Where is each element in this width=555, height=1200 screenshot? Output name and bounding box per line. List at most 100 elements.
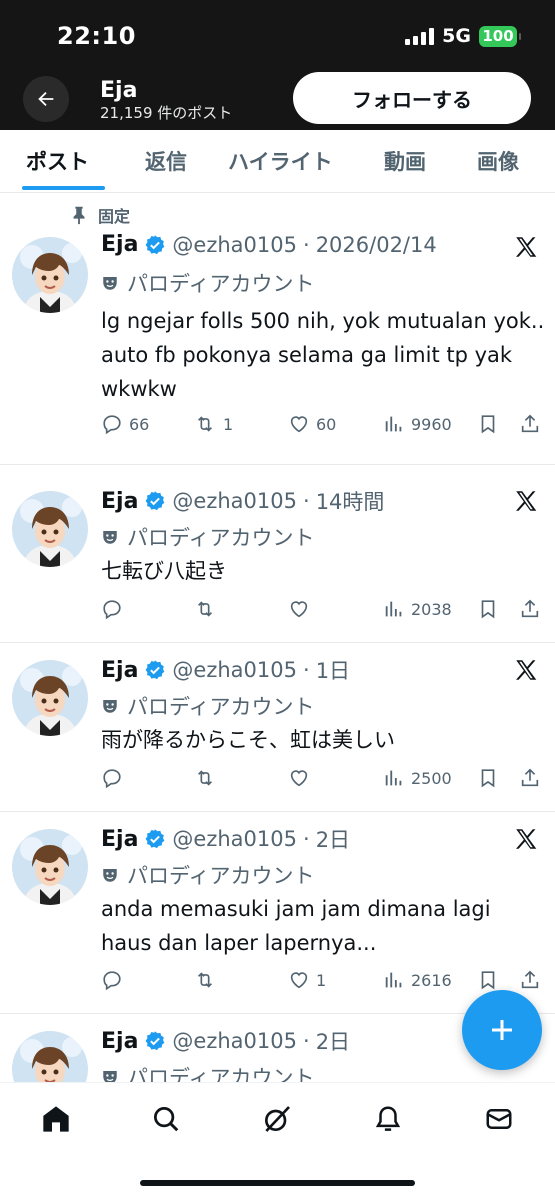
reply-icon	[103, 971, 121, 991]
avatar[interactable]	[12, 1031, 88, 1086]
repost-button[interactable]	[193, 767, 217, 789]
bookmark-button[interactable]	[477, 767, 499, 789]
like-button[interactable]: 1	[288, 969, 326, 991]
tweet[interactable]: Eja @ezha0105 · 2026/02/14 パロディアカウント lg …	[0, 232, 555, 465]
avatar[interactable]	[12, 491, 88, 567]
tweet-header: Eja @ezha0105 · 2026/02/14	[101, 232, 437, 257]
tweet[interactable]: Eja @ezha0105 · 14時間 パロディアカウント 七転び八起き 20…	[0, 486, 555, 643]
post-count: 21,159 件のポスト	[100, 104, 233, 122]
tweet-timestamp[interactable]: 14時間	[316, 486, 385, 516]
author-handle[interactable]: @ezha0105	[172, 489, 297, 513]
reply-button[interactable]	[101, 767, 123, 789]
tweet-text: lg ngejar folls 500 nih, yok mutualan yo…	[101, 309, 545, 401]
like-button[interactable]: 60	[288, 413, 336, 435]
author-name[interactable]: Eja	[101, 489, 138, 514]
parody-label-text: パロディアカウント	[127, 272, 315, 296]
share-button[interactable]	[519, 598, 541, 620]
views-button[interactable]: 2616	[383, 969, 452, 991]
nav-search[interactable]	[148, 1101, 184, 1137]
share-icon	[521, 768, 539, 787]
author-name[interactable]: Eja	[101, 1029, 138, 1054]
bookmark-button[interactable]	[477, 969, 499, 991]
verified-badge-icon	[145, 829, 165, 849]
messages-envelope-icon	[486, 1109, 512, 1129]
like-heart-icon	[290, 416, 308, 433]
tab-highlights[interactable]: ハイライト	[228, 146, 333, 176]
pinned-text: 固定	[98, 207, 131, 226]
share-icon	[521, 599, 539, 618]
author-name[interactable]: Eja	[101, 827, 138, 852]
tweet-text: anda memasuki jam jam dimana lagi haus d…	[101, 897, 491, 955]
avatar[interactable]	[12, 829, 88, 905]
author-handle[interactable]: @ezha0105	[172, 1029, 297, 1053]
share-icon	[521, 414, 539, 433]
active-tab-indicator	[22, 186, 105, 190]
author-name[interactable]: Eja	[101, 658, 138, 683]
repost-button[interactable]	[193, 598, 217, 620]
views-chart-icon	[385, 416, 402, 432]
tweet[interactable]: Eja @ezha0105 · 1日 パロディアカウント 雨が降るからこそ、虹は…	[0, 655, 555, 812]
reply-button[interactable]: 66	[101, 413, 149, 435]
separator-dot: ·	[303, 232, 310, 257]
plus-icon	[492, 1020, 512, 1040]
author-handle[interactable]: @ezha0105	[172, 233, 297, 257]
views-chart-icon	[385, 601, 402, 617]
views-chart-icon	[385, 972, 402, 988]
tweet-timestamp[interactable]: 2日	[316, 824, 350, 854]
back-button[interactable]	[23, 76, 69, 122]
nav-grok[interactable]	[259, 1101, 295, 1137]
tweet-header: Eja @ezha0105 · 14時間	[101, 486, 384, 516]
follow-button[interactable]: フォローする	[293, 72, 531, 124]
compose-post-button[interactable]	[462, 990, 542, 1070]
status-indicators: 5G 100	[405, 25, 521, 47]
tab-images[interactable]: 画像	[477, 146, 519, 176]
author-handle[interactable]: @ezha0105	[172, 658, 297, 682]
repost-button[interactable]: 1	[193, 413, 233, 435]
tweet-actions: 2038	[101, 598, 546, 624]
nav-messages[interactable]	[481, 1101, 517, 1137]
author-name[interactable]: Eja	[101, 232, 138, 257]
tweet-actions: 2500	[101, 767, 546, 793]
share-icon	[521, 970, 539, 989]
repost-button[interactable]	[193, 969, 217, 991]
repost-icon	[197, 972, 213, 988]
x-logo-icon[interactable]	[513, 826, 539, 852]
share-button[interactable]	[519, 767, 541, 789]
tweet-timestamp[interactable]: 2026/02/14	[316, 233, 437, 257]
repost-count: 1	[223, 414, 234, 434]
bookmark-button[interactable]	[477, 413, 499, 435]
like-button[interactable]	[288, 767, 310, 789]
views-button[interactable]: 9960	[383, 413, 452, 435]
bookmark-button[interactable]	[477, 598, 499, 620]
reply-button[interactable]	[101, 598, 123, 620]
avatar[interactable]	[12, 237, 88, 313]
parody-label: パロディアカウント	[101, 860, 315, 890]
x-logo-icon[interactable]	[513, 657, 539, 683]
avatar[interactable]	[12, 660, 88, 736]
separator-dot: ·	[303, 658, 310, 682]
status-time: 22:10	[57, 22, 136, 50]
bookmark-icon	[481, 971, 495, 990]
repost-icon	[197, 601, 213, 617]
verified-badge-icon	[145, 1031, 165, 1051]
parody-mask-icon	[103, 869, 117, 882]
x-logo-icon[interactable]	[513, 488, 539, 514]
tab-replies[interactable]: 返信	[145, 146, 187, 176]
tweet-timestamp[interactable]: 1日	[316, 655, 350, 685]
reply-button[interactable]	[101, 969, 123, 991]
author-handle[interactable]: @ezha0105	[172, 827, 297, 851]
views-button[interactable]: 2500	[383, 767, 452, 789]
share-button[interactable]	[519, 969, 541, 991]
x-logo-icon[interactable]	[513, 234, 539, 260]
home-icon	[43, 1106, 69, 1132]
views-button[interactable]: 2038	[383, 598, 452, 620]
tab-videos[interactable]: 動画	[384, 146, 426, 176]
nav-notifications[interactable]	[370, 1101, 406, 1137]
tab-posts[interactable]: ポスト	[26, 146, 89, 176]
nav-home[interactable]	[38, 1101, 74, 1137]
like-button[interactable]	[288, 598, 310, 620]
tweet[interactable]: Eja @ezha0105 · 2日 パロディアカウント anda memasu…	[0, 824, 555, 1014]
tweet-timestamp[interactable]: 2日	[316, 1026, 350, 1056]
share-button[interactable]	[519, 413, 541, 435]
parody-label: パロディアカウント	[101, 268, 315, 298]
